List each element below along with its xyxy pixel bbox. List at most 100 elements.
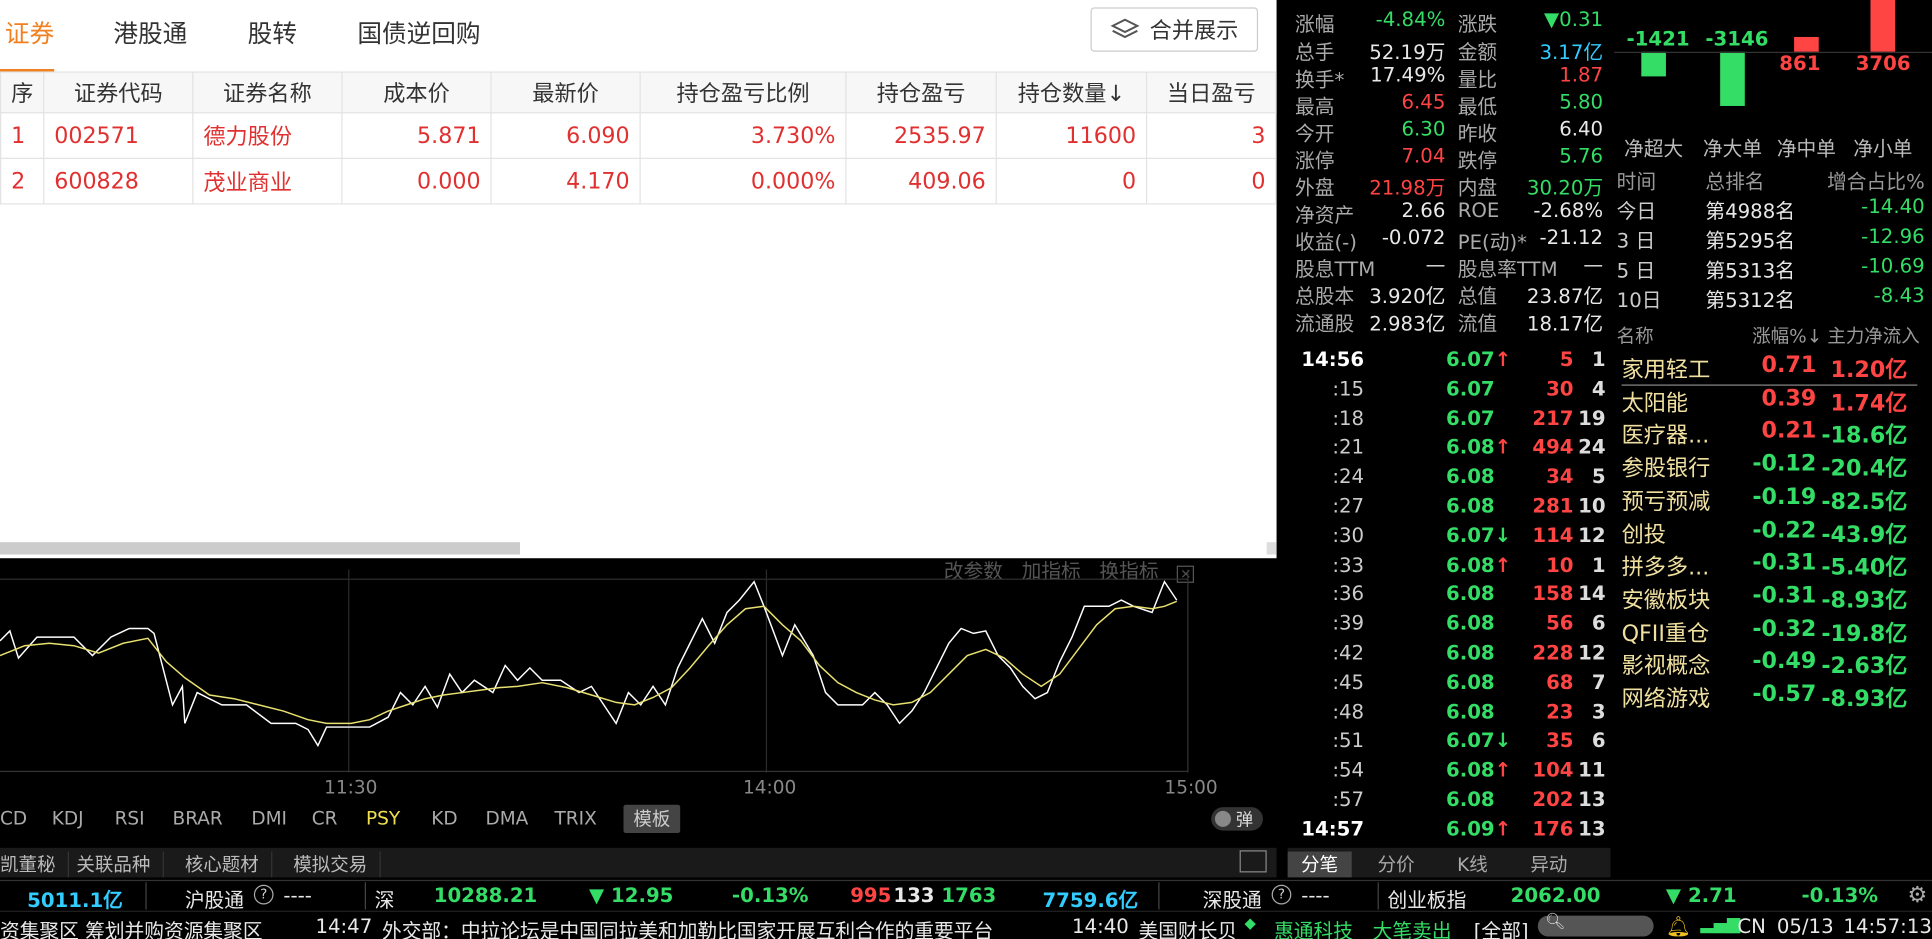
sector-row[interactable]: 参股银行 -0.12 -20.4亿	[1622, 451, 1918, 484]
tick-price: 6.08	[1384, 494, 1510, 517]
rank-value: -8.43	[1873, 283, 1925, 307]
col-header-change[interactable]: 涨幅%↓	[1752, 323, 1822, 349]
tick-row[interactable]: :33 6.08↑ 10 1	[1288, 553, 1611, 583]
quote-label: 收益(-)	[1295, 230, 1357, 254]
tab-kline[interactable]: K线	[1440, 852, 1504, 878]
table-row[interactable]: 2 600828 茂业商业 0.000 4.170 0.000% 409.06 …	[0, 157, 1277, 205]
help-icon[interactable]: ?	[253, 884, 274, 905]
popup-toggle[interactable]: 弹	[1211, 807, 1264, 831]
quote-value: 1.87	[1559, 62, 1604, 87]
col-header-code[interactable]: 证券代码	[43, 71, 194, 114]
indicator-tab-active[interactable]: PSY	[366, 807, 400, 829]
indicator-tab[interactable]: TRIX	[554, 807, 596, 829]
tick-row[interactable]: :21 6.08↑ 494 24	[1288, 435, 1611, 465]
sh-connect-label[interactable]: 沪股通	[185, 884, 244, 914]
language[interactable]: CN	[1737, 914, 1766, 937]
col-header-pnl[interactable]: 持仓盈亏	[845, 71, 997, 114]
sector-row[interactable]: 网络游戏 -0.57 -8.93亿	[1622, 681, 1918, 714]
col-header-pnl-ratio[interactable]: 持仓盈亏比例	[639, 71, 847, 114]
tick-row[interactable]: :48 6.08 23 3	[1288, 699, 1611, 729]
tick-row[interactable]: 14:57 6.09↑ 176 13	[1288, 817, 1611, 847]
col-header-name[interactable]: 名称	[1617, 323, 1654, 349]
sector-row[interactable]: 创投 -0.22 -43.9亿	[1622, 517, 1918, 550]
cell-cost: 0.000	[341, 157, 492, 205]
tab-share-transfer[interactable]: 股转	[248, 14, 297, 50]
tick-row[interactable]: :24 6.08 34 5	[1288, 465, 1611, 495]
tab-simulated-trade[interactable]: 模拟交易	[281, 851, 381, 878]
col-header-latest[interactable]: 最新价	[490, 71, 641, 114]
sector-row[interactable]: QFII重仓 -0.32 -19.8亿	[1622, 616, 1918, 649]
news-item[interactable]: 美国财长贝	[1139, 914, 1235, 939]
tick-row[interactable]: :51 6.07↓ 35 6	[1288, 729, 1611, 759]
help-icon[interactable]: ?	[1271, 884, 1292, 905]
tick-row[interactable]: :45 6.08 68 7	[1288, 670, 1611, 700]
news-item[interactable]: 资集聚区 筹划并购资源集聚区	[0, 914, 263, 939]
horizontal-scrollbar-thumb[interactable]	[0, 542, 520, 555]
indicator-tab[interactable]: KD	[431, 807, 457, 829]
search-input[interactable]: 🔍︎	[1537, 913, 1654, 937]
expand-icon[interactable]	[1239, 850, 1267, 873]
sector-row[interactable]: 预亏预减 -0.19 -82.5亿	[1622, 484, 1918, 517]
col-header-main-inflow[interactable]: 主力净流入	[1827, 323, 1919, 349]
scroll-right-arrow[interactable]	[1266, 542, 1277, 555]
sz-label[interactable]: 深	[375, 884, 395, 914]
tab-price-dist[interactable]: 分价	[1364, 852, 1428, 878]
news-item[interactable]: 外交部：中拉论坛是中国同拉美和加勒比国家开展互利合作的重要平台	[382, 914, 993, 939]
psy-indicator-chart[interactable]	[0, 569, 1277, 785]
indicator-tab[interactable]: CR	[312, 807, 338, 829]
table-row[interactable]: 1 002571 德力股份 5.871 6.090 3.730% 2535.97…	[0, 112, 1277, 159]
col-header-index[interactable]: 序	[0, 71, 45, 114]
tick-row[interactable]: :39 6.08 56 6	[1288, 611, 1611, 641]
tick-row[interactable]: :18 6.07 217 19	[1288, 406, 1611, 436]
indicator-tab[interactable]: CD	[0, 807, 27, 829]
sector-row[interactable]: 影视概念 -0.49 -2.63亿	[1622, 649, 1918, 682]
sector-row[interactable]: 安徽板块 -0.31 -8.93亿	[1622, 583, 1918, 616]
tick-row[interactable]: 14:56 6.07↑ 5 1	[1288, 348, 1611, 378]
col-header-cost[interactable]: 成本价	[341, 71, 492, 114]
ranking-header: 时间 总排名 增合占比%	[1614, 165, 1932, 195]
sector-row[interactable]: 拼多多... -0.31 -5.40亿	[1622, 550, 1918, 583]
gear-icon[interactable]: ⚙	[1907, 882, 1927, 908]
sector-list[interactable]: 名称 涨幅%↓ 主力净流入 家用轻工 0.71 1.20亿 太阳能 0.39 1.74亿医…	[1614, 323, 1932, 717]
cyb-label[interactable]: 创业板指	[1387, 884, 1466, 914]
cell-daily-pnl: 0	[1145, 157, 1277, 205]
col-header-name[interactable]: 证券名称	[192, 71, 343, 114]
tick-list[interactable]: 14:56 6.07↑ 5 1:15 6.07 30 4:18 6.07 217 19:21 6.0…	[1288, 348, 1611, 847]
tick-row[interactable]: :27 6.08 281 10	[1288, 494, 1611, 524]
rank-position: 第5313名	[1705, 258, 1795, 283]
indicator-tab[interactable]: KDJ	[52, 807, 84, 829]
sector-row[interactable]: 太阳能 0.39 1.74亿	[1622, 385, 1918, 418]
tick-row[interactable]: :54 6.08↑ 104 11	[1288, 758, 1611, 788]
tick-row[interactable]: :42 6.08 228 12	[1288, 641, 1611, 671]
indicator-tab[interactable]: BRAR	[173, 807, 223, 829]
tab-ticks[interactable]: 分笔	[1287, 851, 1352, 878]
tick-row[interactable]: :36 6.08 158 14	[1288, 582, 1611, 612]
news-filter[interactable]: [全部]	[1474, 914, 1529, 939]
indicator-tab[interactable]: RSI	[115, 807, 145, 829]
tab-related[interactable]: 关联品种	[64, 851, 164, 878]
tab-hk-connect[interactable]: 港股通	[113, 14, 187, 50]
tick-row[interactable]: :57 6.08 202 13	[1288, 787, 1611, 817]
indicator-tab[interactable]: DMA	[485, 807, 528, 829]
tab-securities[interactable]: 证券	[5, 14, 54, 50]
tab-treasury-repo[interactable]: 国债逆回购	[357, 14, 480, 50]
sector-row[interactable]: 家用轻工 0.71 1.20亿	[1621, 352, 1918, 386]
tab-core-theme[interactable]: 核心题材	[173, 851, 273, 878]
indicator-tab[interactable]: DMI	[251, 807, 287, 829]
template-button[interactable]: 模板	[623, 804, 681, 834]
sz-up-count: 995	[850, 883, 892, 907]
tab-secretary[interactable]: 凯董秘	[0, 851, 70, 878]
tick-volume: 35	[1546, 728, 1574, 753]
alert-stock[interactable]: 惠通科技	[1274, 914, 1353, 939]
tick-row[interactable]: :30 6.07↓ 114 12	[1288, 523, 1611, 553]
sz-connect-label[interactable]: 深股通	[1203, 884, 1262, 914]
col-header-quantity[interactable]: 持仓数量↓	[995, 71, 1148, 114]
tab-anomaly[interactable]: 异动	[1517, 852, 1581, 878]
tick-price-value: 6.07	[1446, 406, 1495, 430]
col-header-daily-pnl[interactable]: 当日盈亏	[1145, 71, 1277, 114]
tick-row[interactable]: :15 6.07 30 4	[1288, 377, 1611, 407]
tick-count: 1	[1591, 552, 1606, 577]
merge-display-button[interactable]: 合并展示	[1090, 7, 1259, 52]
sector-row[interactable]: 医疗器... 0.21 -18.6亿	[1622, 418, 1918, 451]
bell-icon[interactable]: 🔔︎	[1666, 914, 1691, 937]
